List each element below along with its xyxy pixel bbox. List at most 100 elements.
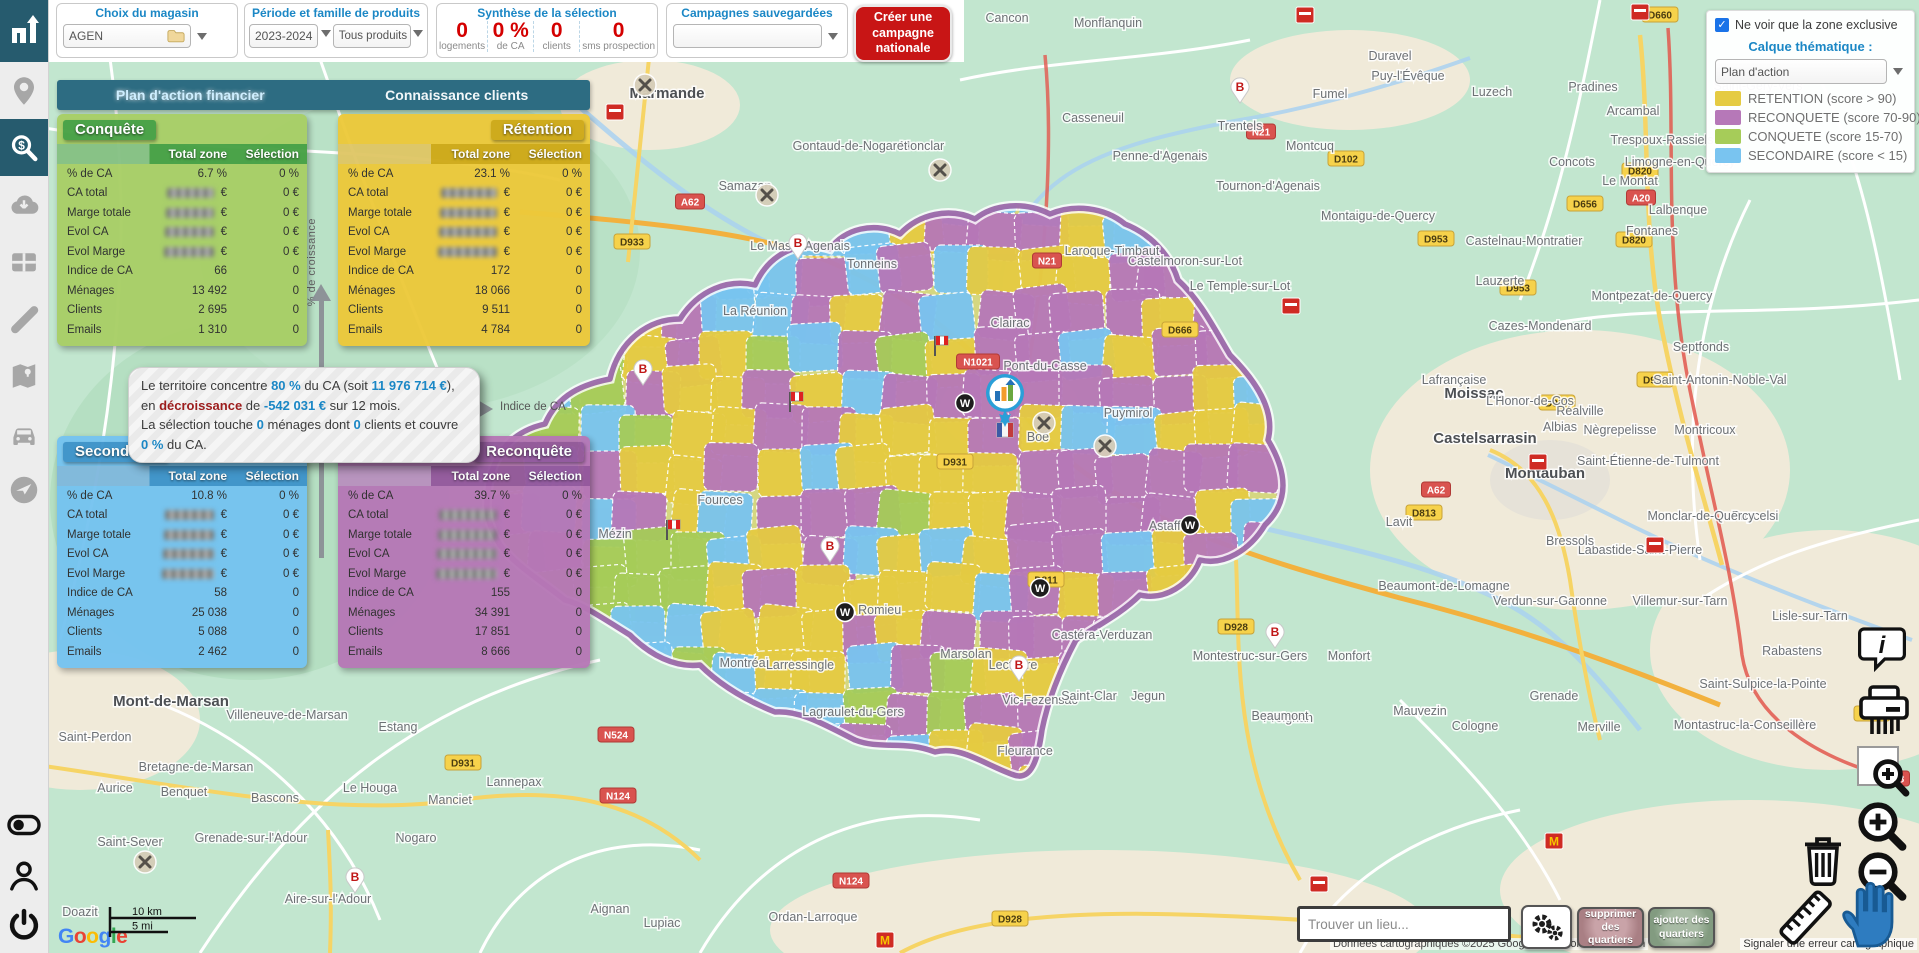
- svg-text:10 km: 10 km: [132, 906, 162, 918]
- map-poi-wcircle[interactable]: W: [956, 394, 975, 413]
- sidebar-item-toggle[interactable]: [0, 805, 48, 845]
- sidebar-item-user[interactable]: [0, 855, 48, 895]
- map-poi-wcircle[interactable]: W: [836, 603, 855, 622]
- map-poi-red[interactable]: [606, 104, 624, 120]
- find-place-input[interactable]: Trouver un lieu...: [1297, 906, 1511, 942]
- map-poi-wcircle[interactable]: W: [1181, 516, 1200, 535]
- map-poi-wcircle[interactable]: W: [1031, 579, 1050, 598]
- map-label: Estang: [379, 720, 418, 734]
- campaigns-select[interactable]: [673, 24, 822, 48]
- map-label: Montpezat-de-Quercy: [1592, 289, 1714, 303]
- legend-swatch: [1715, 110, 1741, 125]
- sidebar-item-data-grid[interactable]: [0, 233, 48, 290]
- sidebar-item-money-search[interactable]: $: [0, 119, 48, 176]
- sidebar-item-cloud-download[interactable]: [0, 176, 48, 233]
- selection-synthesis-panel: Synthèse de la sélection 0logements0 %de…: [436, 3, 658, 58]
- store-select-arrow[interactable]: [194, 27, 210, 45]
- sidebar-item-ruler[interactable]: [0, 290, 48, 347]
- conquete-card: Conquête Total zoneSélection % de CA6.7 …: [57, 114, 307, 346]
- sidebar-item-map[interactable]: [0, 347, 48, 404]
- road-shield: D928: [992, 911, 1028, 926]
- map-scale-bar: 10 km 5 mi: [104, 905, 224, 943]
- map-label: Fources: [697, 493, 742, 507]
- printer-icon[interactable]: [1856, 684, 1912, 743]
- map-poi-red[interactable]: [1646, 537, 1664, 553]
- svg-text:W: W: [1035, 583, 1046, 595]
- app-logo[interactable]: [0, 0, 48, 62]
- car-icon: [9, 418, 39, 448]
- products-select[interactable]: Tous produits: [333, 24, 411, 48]
- campaigns-select-arrow[interactable]: [825, 27, 841, 45]
- map-label: Gontaud-de-Nogaret: [793, 139, 908, 153]
- sidebar-item-send[interactable]: [0, 461, 48, 518]
- card-row: % de CA23.1 %0 %: [338, 164, 590, 184]
- map-label: Saint-Antonin-Noble-Val: [1653, 373, 1786, 387]
- card-row: Ménages18 0660: [338, 281, 590, 301]
- map-label: Larressingle: [766, 658, 834, 672]
- sidebar-item-power[interactable]: [0, 905, 48, 945]
- map-label: Duravel: [1368, 49, 1411, 63]
- map-label: Monfort: [1328, 649, 1371, 663]
- card-row: Indice de CA660: [57, 262, 307, 282]
- road-shield: N1021: [957, 354, 1000, 369]
- map-label: Lisle-sur-Tarn: [1772, 609, 1848, 623]
- map-label: Manciet: [428, 793, 472, 807]
- map-pin-icon: [9, 76, 39, 106]
- map-poi-tools[interactable]: [134, 851, 156, 873]
- map-poi-red[interactable]: [1529, 454, 1547, 470]
- svg-text:D666: D666: [1168, 326, 1192, 337]
- tab-connaissance-clients[interactable]: Connaissance clients: [324, 80, 591, 110]
- road-shield: N124: [833, 873, 869, 888]
- period-select[interactable]: 2023-2024: [249, 24, 318, 48]
- map-poi-tools[interactable]: [929, 159, 951, 181]
- map-poi-tools[interactable]: [756, 184, 778, 206]
- delete-districts-button[interactable]: supprimer des quartiers: [1577, 907, 1644, 948]
- products-select-arrow[interactable]: [413, 24, 423, 42]
- map-ruler-icon[interactable]: [1774, 888, 1840, 953]
- exclusive-zone-checkbox[interactable]: ✓: [1715, 18, 1729, 32]
- zoom-selection-icon[interactable]: [1854, 744, 1910, 803]
- store-select[interactable]: AGEN: [63, 24, 191, 48]
- map-poi-tools[interactable]: [1094, 435, 1116, 457]
- user-icon: [7, 858, 41, 892]
- map-poi-red[interactable]: [1310, 876, 1328, 892]
- zoom-in-icon[interactable]: [1854, 800, 1910, 857]
- svg-text:M: M: [1549, 835, 1559, 849]
- map-poi-tools[interactable]: [1033, 412, 1055, 434]
- map-label: Trentels: [1218, 119, 1263, 133]
- map-poi-red[interactable]: [1631, 4, 1649, 20]
- sidebar-item-car[interactable]: [0, 404, 48, 461]
- map-label: Nègrepelisse: [1584, 423, 1657, 437]
- map-poi-mcdo[interactable]: M: [1545, 833, 1563, 849]
- layer-select[interactable]: Plan d'action: [1715, 59, 1887, 84]
- card-row: Evol CA €0 €: [338, 223, 590, 243]
- map-settings-button[interactable]: [1521, 905, 1572, 949]
- create-national-campaign-button[interactable]: Créer une campagne nationale: [854, 5, 952, 62]
- power-icon: [7, 908, 41, 942]
- map-label: Saint-Clar: [1061, 689, 1117, 703]
- tab-plan-action-financier[interactable]: Plan d'action financier: [57, 80, 324, 110]
- card-row: Clients5 0880: [57, 623, 307, 643]
- store-panel-label: Choix du magasin: [57, 6, 237, 20]
- map-poi-red[interactable]: [1296, 7, 1314, 23]
- map-poi-red[interactable]: [1282, 298, 1300, 314]
- map-label: Lagraulet-du-Gers: [802, 705, 903, 719]
- card-row: Evol Marge €0 €: [338, 242, 590, 262]
- store-panel: Choix du magasin AGEN: [56, 3, 238, 58]
- layer-select-arrow[interactable]: [1890, 63, 1906, 81]
- hand-icon[interactable]: [1832, 872, 1914, 953]
- map-label: Puy-l'Évêque: [1371, 68, 1444, 83]
- svg-text:B: B: [794, 236, 803, 250]
- card-row: Emails2 4620: [57, 642, 307, 662]
- money-search-icon: $: [9, 133, 39, 163]
- map-poi-mcdo[interactable]: M: [876, 932, 894, 948]
- info-bubble-icon[interactable]: i: [1858, 624, 1910, 679]
- map-label: Grenade-sur-l'Adour: [195, 831, 308, 845]
- add-districts-button[interactable]: ajouter des quartiers: [1648, 907, 1715, 948]
- period-panel-label: Période et famille de produits: [245, 6, 427, 20]
- sidebar-item-map-pin[interactable]: [0, 62, 48, 119]
- map-poi-tools[interactable]: [634, 74, 656, 96]
- map-label: Lupiac: [644, 916, 681, 930]
- period-select-arrow[interactable]: [320, 24, 330, 42]
- road-shield: A62: [1422, 482, 1451, 497]
